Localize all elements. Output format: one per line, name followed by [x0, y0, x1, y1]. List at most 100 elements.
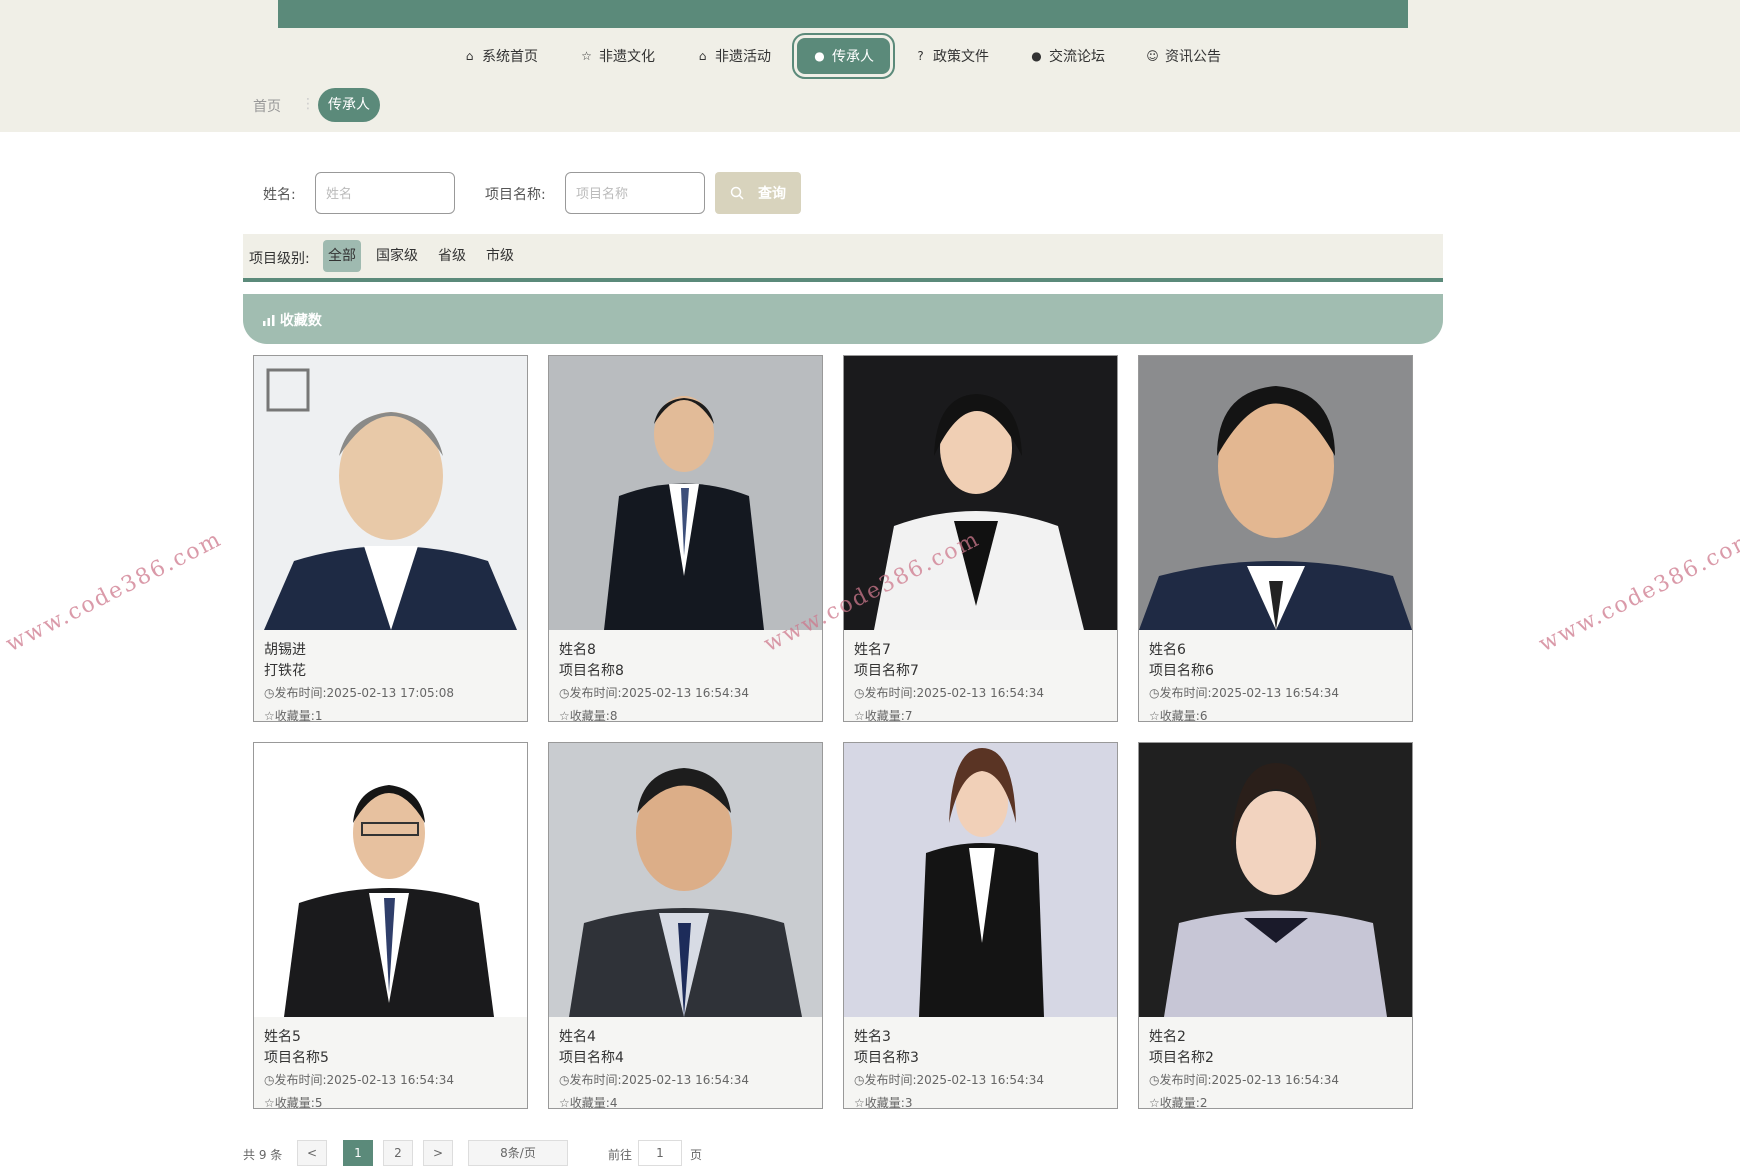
- breadcrumb-separator: ⋮: [301, 96, 315, 112]
- inheritor-project: 项目名称7: [854, 663, 919, 679]
- inheritor-name: 姓名3: [854, 1029, 891, 1045]
- favorite-count: ☆收藏量:2: [1149, 1096, 1208, 1109]
- top-banner-bar: [278, 0, 1408, 28]
- pagination: 共 9 条 < 1 2 > 8条/页 前往 1 页: [243, 1138, 843, 1166]
- star-icon: ☆: [1149, 1096, 1160, 1109]
- breadcrumb-current: 传承人: [318, 88, 380, 122]
- favorite-count: ☆收藏量:7: [854, 709, 913, 722]
- clock-icon: ◷: [264, 1073, 275, 1087]
- level-filter-label: 项目级别:: [249, 251, 310, 267]
- star-icon: ☆: [1149, 709, 1160, 722]
- favorite-count: ☆收藏量:4: [559, 1096, 618, 1109]
- watermark: www.code386.com: [1535, 526, 1740, 658]
- question-circle-icon: ?: [917, 48, 924, 63]
- publish-time: ◷发布时间:2025-02-13 17:05:08: [264, 686, 454, 700]
- prev-page-button[interactable]: <: [297, 1140, 327, 1166]
- page-unit-label: 页: [690, 1148, 703, 1162]
- star-icon: ☆: [559, 1096, 570, 1109]
- inheritor-card[interactable]: 姓名3 项目名称3 ◷发布时间:2025-02-13 16:54:34 ☆收藏量…: [843, 742, 1118, 1109]
- inheritor-project: 项目名称4: [559, 1050, 624, 1066]
- nav-item-policy[interactable]: ? 政策文件: [914, 38, 989, 74]
- main-nav: ⌂ 系统首页 ☆ 非遗文化 ⌂ 非遗活动 ● 传承人 ? 政策文件 ● 交流论坛 ☺ 资讯公告: [0, 28, 1740, 79]
- favorite-count: ☆收藏量:6: [1149, 709, 1208, 722]
- star-icon: ☆: [559, 709, 570, 722]
- favorite-count: ☆收藏量:5: [264, 1096, 323, 1109]
- inheritor-card[interactable]: 姓名2 项目名称2 ◷发布时间:2025-02-13 16:54:34 ☆收藏量…: [1138, 742, 1413, 1109]
- favorite-count: ☆收藏量:8: [559, 709, 618, 722]
- inheritor-name: 姓名6: [1149, 642, 1186, 658]
- level-filter: 项目级别: 全部 国家级 省级 市级: [243, 234, 1443, 282]
- goto-label: 前往: [608, 1148, 633, 1162]
- nav-item-activities[interactable]: ⌂ 非遗活动: [696, 38, 771, 74]
- inheritor-project: 项目名称3: [854, 1050, 919, 1066]
- query-button[interactable]: 查询: [715, 172, 801, 214]
- clock-icon: ◷: [1149, 1073, 1160, 1087]
- star-icon: ☆: [264, 709, 275, 722]
- star-icon: ☆: [264, 1096, 275, 1109]
- nav-item-inheritors[interactable]: ● 传承人: [792, 33, 895, 79]
- clock-icon: ◷: [559, 1073, 570, 1087]
- publish-time: ◷发布时间:2025-02-13 16:54:34: [559, 1073, 749, 1087]
- project-input[interactable]: [565, 172, 705, 214]
- inheritor-card[interactable]: 姓名5 项目名称5 ◷发布时间:2025-02-13 16:54:34 ☆收藏量…: [253, 742, 528, 1109]
- info-circle-icon: ●: [1031, 48, 1042, 63]
- inheritor-card[interactable]: 胡锡进 打铁花 ◷发布时间:2025-02-13 17:05:08 ☆收藏量:1: [253, 355, 528, 722]
- name-input[interactable]: [315, 172, 455, 214]
- page-2-button[interactable]: 2: [383, 1140, 413, 1166]
- favorite-count: ☆收藏量:1: [264, 709, 323, 722]
- inheritor-project: 项目名称5: [264, 1050, 329, 1066]
- publish-time: ◷发布时间:2025-02-13 16:54:34: [854, 1073, 1044, 1087]
- level-option-national[interactable]: 国家级: [371, 240, 423, 272]
- next-page-button[interactable]: >: [423, 1140, 453, 1166]
- smile-icon: ☺: [1146, 48, 1159, 63]
- inheritor-name: 姓名7: [854, 642, 891, 658]
- inheritor-name: 姓名5: [264, 1029, 301, 1045]
- watermark: www.code386.com: [2, 526, 227, 658]
- level-option-all[interactable]: 全部: [323, 240, 361, 272]
- clock-icon: ◷: [854, 686, 865, 700]
- star-icon: ☆: [854, 709, 865, 722]
- publish-time: ◷发布时间:2025-02-13 16:54:34: [264, 1073, 454, 1087]
- inheritor-photo: [549, 356, 822, 630]
- publish-time: ◷发布时间:2025-02-13 16:54:34: [559, 686, 749, 700]
- total-count: 共 9 条: [243, 1148, 283, 1162]
- clock-icon: ◷: [854, 1073, 865, 1087]
- level-option-provincial[interactable]: 省级: [433, 240, 471, 272]
- inheritor-card[interactable]: 姓名7 项目名称7 ◷发布时间:2025-02-13 16:54:34 ☆收藏量…: [843, 355, 1118, 722]
- inheritor-project: 项目名称8: [559, 663, 624, 679]
- breadcrumb-home[interactable]: 首页: [253, 96, 281, 116]
- publish-time: ◷发布时间:2025-02-13 16:54:34: [1149, 686, 1339, 700]
- inheritor-card[interactable]: 姓名4 项目名称4 ◷发布时间:2025-02-13 16:54:34 ☆收藏量…: [548, 742, 823, 1109]
- inheritor-project: 项目名称6: [1149, 663, 1214, 679]
- name-label: 姓名:: [263, 187, 296, 203]
- inheritor-photo: [254, 356, 527, 630]
- inheritor-name: 姓名8: [559, 642, 596, 658]
- inheritor-card[interactable]: 姓名6 项目名称6 ◷发布时间:2025-02-13 16:54:34 ☆收藏量…: [1138, 355, 1413, 722]
- goto-input[interactable]: 1: [638, 1140, 682, 1166]
- clock-icon: ◷: [559, 686, 570, 700]
- nav-item-forum[interactable]: ● 交流论坛: [1030, 38, 1105, 74]
- inheritor-photo: [254, 743, 527, 1017]
- inheritor-card[interactable]: 姓名8 项目名称8 ◷发布时间:2025-02-13 16:54:34 ☆收藏量…: [548, 355, 823, 722]
- nav-item-news[interactable]: ☺ 资讯公告: [1146, 38, 1221, 74]
- favorite-count: ☆收藏量:3: [854, 1096, 913, 1109]
- publish-time: ◷发布时间:2025-02-13 16:54:34: [854, 686, 1044, 700]
- page-1-button[interactable]: 1: [343, 1140, 373, 1166]
- nav-item-home[interactable]: ⌂ 系统首页: [463, 38, 538, 74]
- bag-icon: ⌂: [698, 48, 707, 63]
- inheritor-project: 项目名称2: [1149, 1050, 1214, 1066]
- inheritor-name: 姓名4: [559, 1029, 596, 1045]
- inheritor-photo: [1139, 743, 1412, 1017]
- inheritor-photo: [1139, 356, 1412, 630]
- sort-bar: 收藏数: [243, 294, 1443, 344]
- star-icon: ☆: [854, 1096, 865, 1109]
- level-option-city[interactable]: 市级: [481, 240, 519, 272]
- info-circle-icon: ●: [814, 48, 825, 63]
- search-icon: [730, 186, 744, 200]
- bar-chart-icon: [263, 315, 275, 326]
- page-size-select[interactable]: 8条/页: [468, 1140, 568, 1166]
- project-label: 项目名称:: [485, 187, 546, 203]
- nav-item-culture[interactable]: ☆ 非遗文化: [580, 38, 655, 74]
- sort-by-favorites[interactable]: 收藏数: [263, 310, 322, 330]
- star-icon: ☆: [581, 48, 592, 63]
